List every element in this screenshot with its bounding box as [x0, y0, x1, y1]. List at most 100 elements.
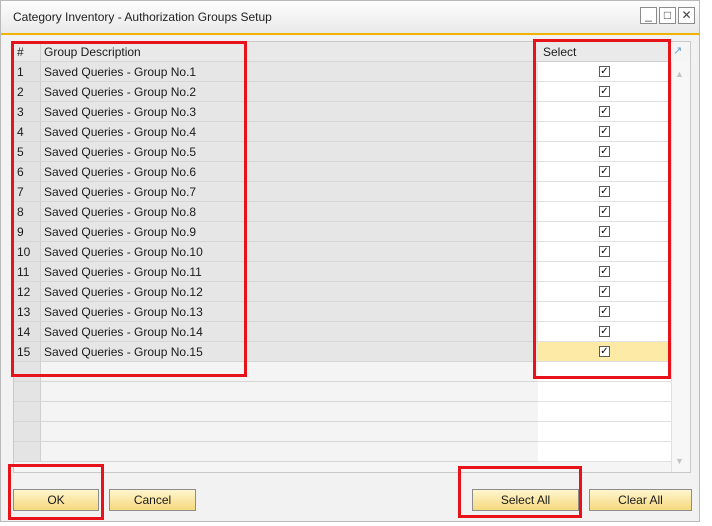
select-checkbox[interactable]: ✓ — [599, 346, 610, 357]
table-row[interactable]: 3 Saved Queries - Group No.3 ✓ — [14, 102, 690, 122]
empty-number-cell — [14, 382, 41, 402]
select-cell[interactable]: ✓ — [538, 302, 671, 322]
row-number: 9 — [14, 222, 41, 242]
table-row[interactable]: 6 Saved Queries - Group No.6 ✓ — [14, 162, 690, 182]
table-row[interactable]: 10 Saved Queries - Group No.10 ✓ — [14, 242, 690, 262]
dialog-window: Category Inventory - Authorization Group… — [0, 0, 700, 522]
table-row[interactable]: 8 Saved Queries - Group No.8 ✓ — [14, 202, 690, 222]
table-row[interactable]: 2 Saved Queries - Group No.2 ✓ — [14, 82, 690, 102]
minimize-button[interactable]: _ — [640, 7, 657, 24]
select-checkbox[interactable]: ✓ — [599, 306, 610, 317]
group-description-cell: Saved Queries - Group No.15 — [41, 342, 538, 362]
select-checkbox[interactable]: ✓ — [599, 286, 610, 297]
scroll-down-arrow-icon[interactable]: ▼ — [675, 456, 684, 466]
select-cell[interactable]: ✓ — [538, 262, 671, 282]
empty-table-row[interactable] — [14, 442, 690, 462]
empty-select-cell[interactable] — [538, 402, 671, 422]
select-checkbox[interactable]: ✓ — [599, 246, 610, 257]
select-checkbox[interactable]: ✓ — [599, 166, 610, 177]
empty-select-cell[interactable] — [538, 422, 671, 442]
table-row[interactable]: 14 Saved Queries - Group No.14 ✓ — [14, 322, 690, 342]
column-header-select[interactable]: Select — [538, 42, 671, 62]
select-cell[interactable]: ✓ — [538, 222, 671, 242]
table-row[interactable]: 1 Saved Queries - Group No.1 ✓ — [14, 62, 690, 82]
column-header-number[interactable]: # — [14, 42, 41, 62]
select-cell[interactable]: ✓ — [538, 82, 671, 102]
select-checkbox[interactable]: ✓ — [599, 86, 610, 97]
ok-button[interactable]: OK — [13, 489, 99, 511]
row-number: 10 — [14, 242, 41, 262]
select-cell[interactable]: ✓ — [538, 242, 671, 262]
empty-table-row[interactable] — [14, 362, 690, 382]
close-button[interactable]: ✕ — [678, 7, 695, 24]
select-checkbox[interactable]: ✓ — [599, 186, 610, 197]
table-row[interactable]: 9 Saved Queries - Group No.9 ✓ — [14, 222, 690, 242]
table-row[interactable]: 13 Saved Queries - Group No.13 ✓ — [14, 302, 690, 322]
row-number: 14 — [14, 322, 41, 342]
select-checkbox[interactable]: ✓ — [599, 66, 610, 77]
empty-description-cell — [41, 402, 538, 422]
empty-description-cell — [41, 422, 538, 442]
expand-arrow-icon[interactable]: ↗ — [673, 44, 682, 57]
row-number: 12 — [14, 282, 41, 302]
empty-number-cell — [14, 422, 41, 442]
clear-all-button[interactable]: Clear All — [589, 489, 692, 511]
group-description-cell: Saved Queries - Group No.6 — [41, 162, 538, 182]
scroll-up-arrow-icon[interactable]: ▲ — [675, 69, 684, 79]
select-cell[interactable]: ✓ — [538, 162, 671, 182]
empty-table-row[interactable] — [14, 402, 690, 422]
empty-table-row[interactable] — [14, 382, 690, 402]
column-header-description[interactable]: Group Description — [41, 42, 538, 62]
select-cell[interactable]: ✓ — [538, 202, 671, 222]
table-row[interactable]: 7 Saved Queries - Group No.7 ✓ — [14, 182, 690, 202]
empty-select-cell[interactable] — [538, 362, 671, 382]
select-checkbox[interactable]: ✓ — [599, 226, 610, 237]
select-cell[interactable]: ✓ — [538, 342, 671, 362]
group-description-cell: Saved Queries - Group No.13 — [41, 302, 538, 322]
empty-number-cell — [14, 362, 41, 382]
table-row[interactable]: 4 Saved Queries - Group No.4 ✓ — [14, 122, 690, 142]
authorization-groups-table: # Group Description Select 1 Saved Querie… — [13, 41, 691, 473]
select-cell[interactable]: ✓ — [538, 182, 671, 202]
table-row[interactable]: 15 Saved Queries - Group No.15 ✓ — [14, 342, 690, 362]
maximize-button[interactable]: □ — [659, 7, 676, 24]
cancel-button[interactable]: Cancel — [109, 489, 196, 511]
select-cell[interactable]: ✓ — [538, 282, 671, 302]
empty-select-cell[interactable] — [538, 442, 671, 462]
empty-table-row[interactable] — [14, 422, 690, 442]
group-description-cell: Saved Queries - Group No.9 — [41, 222, 538, 242]
select-cell[interactable]: ✓ — [538, 102, 671, 122]
table-row[interactable]: 11 Saved Queries - Group No.11 ✓ — [14, 262, 690, 282]
group-description-cell: Saved Queries - Group No.1 — [41, 62, 538, 82]
select-all-button[interactable]: Select All — [472, 489, 579, 511]
group-description-cell: Saved Queries - Group No.12 — [41, 282, 538, 302]
window-controls: _ □ ✕ — [640, 7, 695, 24]
row-number: 3 — [14, 102, 41, 122]
select-checkbox[interactable]: ✓ — [599, 106, 610, 117]
background-edge — [700, 0, 712, 526]
group-description-cell: Saved Queries - Group No.4 — [41, 122, 538, 142]
row-number: 1 — [14, 62, 41, 82]
select-cell[interactable]: ✓ — [538, 62, 671, 82]
select-checkbox[interactable]: ✓ — [599, 206, 610, 217]
select-checkbox[interactable]: ✓ — [599, 326, 610, 337]
empty-number-cell — [14, 442, 41, 462]
row-number: 5 — [14, 142, 41, 162]
select-cell[interactable]: ✓ — [538, 142, 671, 162]
empty-select-cell[interactable] — [538, 382, 671, 402]
select-cell[interactable]: ✓ — [538, 322, 671, 342]
empty-description-cell — [41, 382, 538, 402]
select-cell[interactable]: ✓ — [538, 122, 671, 142]
select-checkbox[interactable]: ✓ — [599, 126, 610, 137]
select-checkbox[interactable]: ✓ — [599, 146, 610, 157]
select-checkbox[interactable]: ✓ — [599, 266, 610, 277]
empty-description-cell — [41, 442, 538, 462]
table-row[interactable]: 5 Saved Queries - Group No.5 ✓ — [14, 142, 690, 162]
group-description-cell: Saved Queries - Group No.5 — [41, 142, 538, 162]
row-number: 15 — [14, 342, 41, 362]
empty-number-cell — [14, 402, 41, 422]
row-number: 13 — [14, 302, 41, 322]
title-bar[interactable]: Category Inventory - Authorization Group… — [1, 1, 699, 35]
vertical-scrollbar[interactable]: ▲ ▼ — [671, 62, 690, 472]
table-row[interactable]: 12 Saved Queries - Group No.12 ✓ — [14, 282, 690, 302]
